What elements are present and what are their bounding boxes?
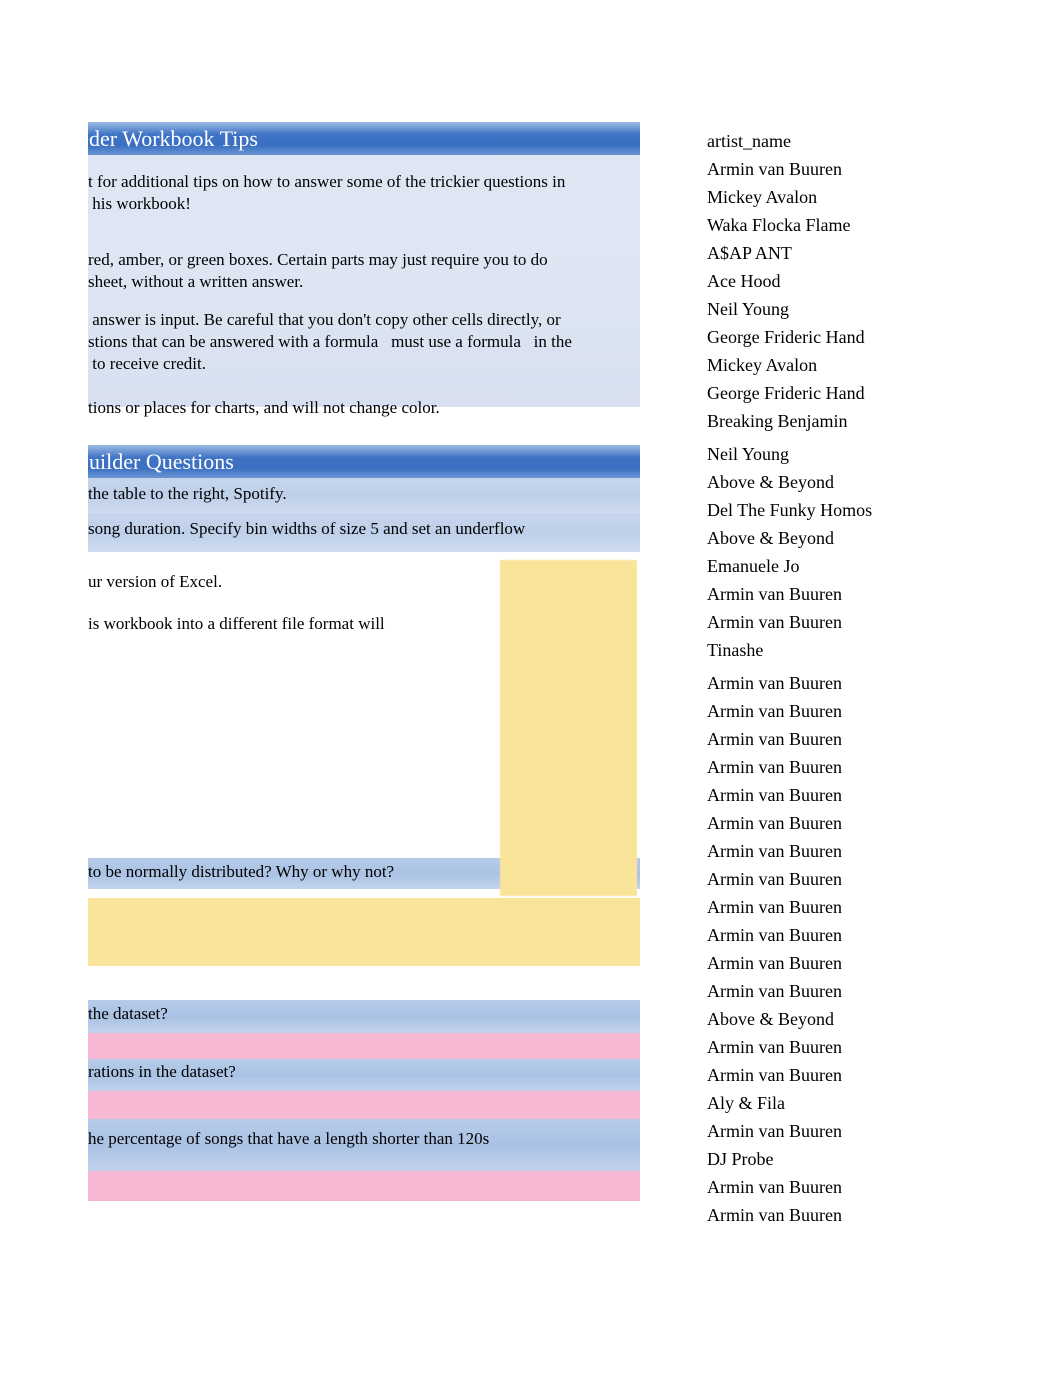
question-text: the dataset?	[88, 1004, 168, 1023]
artist-cell[interactable]: George Frideric Hand	[707, 384, 1007, 412]
artist-cell[interactable]: Armin van Buuren	[707, 1206, 1007, 1234]
artist-cell[interactable]: Breaking Benjamin	[707, 412, 1007, 445]
question-row-empty[interactable]	[88, 966, 640, 1000]
artist-cell[interactable]: Armin van Buuren	[707, 1122, 1007, 1150]
question-row[interactable]: song duration. Specify bin widths of siz…	[88, 513, 640, 552]
tips-section-body: t for additional tips on how to answer s…	[88, 155, 640, 417]
answer-box[interactable]	[88, 1033, 640, 1059]
question-text: song duration. Specify bin widths of siz…	[88, 519, 526, 538]
artist-cell[interactable]: Tinashe	[707, 641, 1007, 674]
artist-cell[interactable]: Armin van Buuren	[707, 674, 1007, 702]
answer-box[interactable]	[88, 1091, 640, 1119]
answer-text	[88, 898, 640, 904]
artist-cell[interactable]: Del The Funky Homos	[707, 501, 1007, 529]
column-header-artist-name: artist_name	[707, 131, 791, 151]
question-text: rations in the dataset?	[88, 1062, 236, 1081]
artist-cell[interactable]: Armin van Buuren	[707, 585, 1007, 613]
artist-name-column: artist_name Armin van Buuren Mickey Avalo…	[707, 132, 1007, 1234]
artist-cell[interactable]: Above & Beyond	[707, 473, 1007, 501]
artist-cell[interactable]: Aly & Fila	[707, 1094, 1007, 1122]
questions-section-title: uilder Questions	[89, 449, 234, 474]
artist-cell[interactable]: Armin van Buuren	[707, 786, 1007, 814]
artist-cell[interactable]: Armin van Buuren	[707, 1038, 1007, 1066]
artist-cell[interactable]: Armin van Buuren	[707, 954, 1007, 982]
tips-section-title: der Workbook Tips	[89, 126, 258, 151]
answer-box[interactable]	[88, 898, 640, 966]
artist-cell[interactable]: Armin van Buuren	[707, 842, 1007, 870]
question-row[interactable]: rations in the dataset?	[88, 1059, 640, 1091]
question-text: the table to the right, Spotify.	[88, 484, 287, 503]
artist-cell[interactable]: Ace Hood	[707, 272, 1007, 300]
artist-cell[interactable]: Armin van Buuren	[707, 730, 1007, 758]
artist-cell[interactable]: Emanuele Jo	[707, 557, 1007, 585]
artist-cell[interactable]: Armin van Buuren	[707, 758, 1007, 786]
artist-cell[interactable]: Neil Young	[707, 300, 1007, 328]
tips-paragraph: t for additional tips on how to answer s…	[88, 172, 566, 213]
question-text: he percentage of songs that have a lengt…	[88, 1129, 490, 1148]
artist-cell[interactable]: Armin van Buuren	[707, 1178, 1007, 1206]
artist-cell[interactable]: Armin van Buuren	[707, 160, 1007, 188]
question-row[interactable]: the dataset?	[88, 1000, 640, 1033]
artist-cell[interactable]: Armin van Buuren	[707, 982, 1007, 1010]
artist-cell[interactable]: Armin van Buuren	[707, 814, 1007, 842]
artist-cell[interactable]: Armin van Buuren	[707, 870, 1007, 898]
artist-cell[interactable]: DJ Probe	[707, 1150, 1007, 1178]
artist-rows: Armin van Buuren Mickey Avalon Waka Flocka…	[707, 160, 1007, 1234]
questions-section-banner: uilder Questions	[88, 445, 640, 478]
question-row[interactable]: the table to the right, Spotify.	[88, 478, 640, 513]
question-row[interactable]: he percentage of songs that have a lengt…	[88, 1119, 640, 1171]
artist-cell[interactable]: Above & Beyond	[707, 1010, 1007, 1038]
artist-cell[interactable]: Armin van Buuren	[707, 702, 1007, 730]
artist-cell[interactable]: Waka Flocka Flame	[707, 216, 1007, 244]
side-answer-box[interactable]	[500, 560, 637, 896]
tips-paragraph: red, amber, or green boxes. Certain part…	[88, 250, 548, 291]
artist-cell[interactable]: Armin van Buuren	[707, 1066, 1007, 1094]
artist-cell[interactable]: Above & Beyond	[707, 529, 1007, 557]
artist-cell[interactable]: Mickey Avalon	[707, 188, 1007, 216]
tips-section-banner: der Workbook Tips	[88, 122, 640, 155]
artist-cell[interactable]: Armin van Buuren	[707, 613, 1007, 641]
artist-cell[interactable]: Mickey Avalon	[707, 356, 1007, 384]
tips-paragraph: answer is input. Be careful that you don…	[88, 310, 572, 373]
answer-box[interactable]	[88, 1171, 640, 1201]
artist-cell[interactable]: Armin van Buuren	[707, 926, 1007, 954]
artist-cell[interactable]: Armin van Buuren	[707, 898, 1007, 926]
artist-cell[interactable]: Neil Young	[707, 445, 1007, 473]
artist-cell[interactable]: A$AP ANT	[707, 244, 1007, 272]
tips-paragraph: tions or places for charts, and will not…	[88, 398, 440, 417]
artist-cell[interactable]: George Frideric Hand	[707, 328, 1007, 356]
